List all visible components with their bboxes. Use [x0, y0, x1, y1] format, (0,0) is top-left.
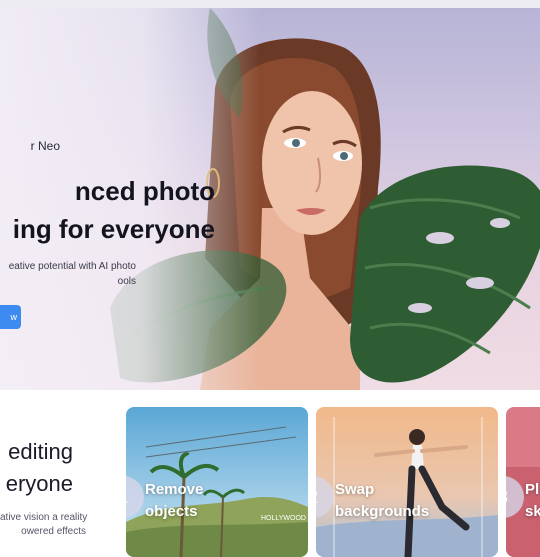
- feature-card-3-label-line2: sk: [525, 503, 540, 520]
- feature-card-1-label-line1: Remove: [145, 481, 204, 498]
- hero-headline-line1: nced photo: [74, 176, 215, 206]
- hero-cta-button[interactable]: w: [0, 305, 21, 329]
- feature-card-2-label: Swap backgrounds: [335, 479, 429, 523]
- hero-section: r Neo nced photo ing for everyone eative…: [0, 8, 540, 390]
- features-title-line1: editing: [8, 439, 73, 464]
- features-subtitle-line2: owered effects: [21, 526, 86, 537]
- features-subtitle-line1: ative vision a reality: [0, 512, 88, 523]
- hero-subtitle-line1: eative potential with AI photo: [8, 261, 136, 272]
- features-title: editing eryone: [0, 436, 73, 500]
- feature-card-2-label-line2: backgrounds: [335, 503, 430, 520]
- browser-top-strip: [0, 0, 540, 8]
- feature-card-1-label: Remove objects: [145, 479, 203, 523]
- hero-subtitle-line2: ools: [117, 276, 136, 287]
- feature-card-remove-objects[interactable]: HOLLYWOOD 1 Remove objects: [126, 407, 308, 557]
- feature-card-2-label-line1: Swap: [335, 481, 375, 498]
- features-title-line2: eryone: [5, 471, 73, 496]
- features-section: editing eryone ative vision a reality ow…: [0, 390, 540, 557]
- feature-card-3-label: Pl sk: [525, 479, 540, 523]
- hero-subtitle: eative potential with AI photo ools: [0, 259, 136, 289]
- hero-eyebrow: r Neo: [30, 139, 60, 153]
- feature-card-3[interactable]: 3 Pl sk: [506, 407, 540, 557]
- feature-card-1-label-line2: objects: [145, 503, 198, 520]
- features-subtitle: ative vision a reality owered effects: [0, 511, 88, 539]
- hollywood-sign: HOLLYWOOD: [261, 515, 306, 522]
- hero-headline-line2: ing for everyone: [12, 214, 215, 244]
- feature-card-3-label-line1: Pl: [525, 481, 540, 498]
- hero-headline: nced photo ing for everyone: [0, 172, 215, 248]
- feature-card-swap-backgrounds[interactable]: 2 Swap backgrounds: [316, 407, 498, 557]
